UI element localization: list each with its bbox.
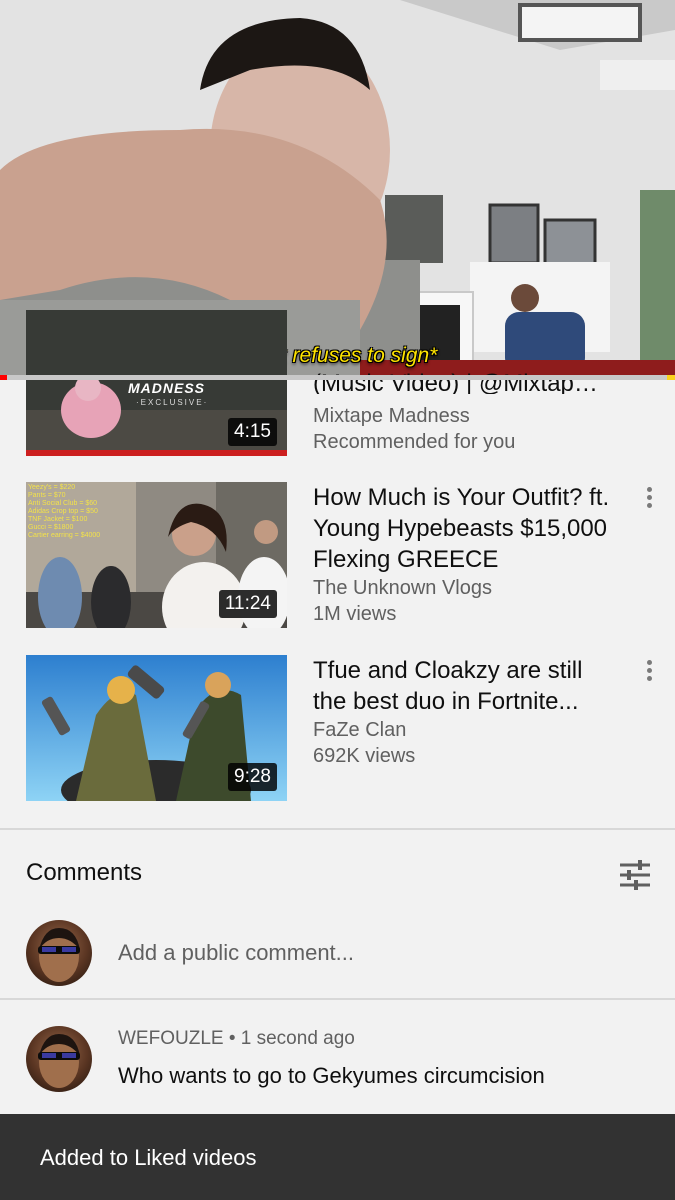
comment-author-avatar[interactable] bbox=[26, 1026, 92, 1092]
video-item[interactable]: Yeezy's = $220 Pants = $70 Anti Social C… bbox=[0, 482, 675, 632]
section-divider bbox=[0, 998, 675, 1000]
video-duration: 11:24 bbox=[218, 590, 277, 618]
progress-fill bbox=[0, 375, 7, 380]
comments-header: Comments bbox=[26, 859, 143, 886]
price-line: Pants = $70 bbox=[28, 492, 66, 499]
add-comment-input[interactable]: Add a public comment... bbox=[118, 940, 354, 966]
comment-author-line: WEFOUZLE • 1 second ago bbox=[118, 1028, 355, 1049]
price-line: Gucci = $1800 bbox=[28, 524, 74, 531]
price-line: Yeezy's = $220 bbox=[28, 484, 76, 491]
video-title[interactable]: How Much is Your Outfit? ft. Young Hypeb… bbox=[313, 482, 613, 575]
more-options-icon[interactable] bbox=[640, 484, 658, 512]
video-title[interactable]: (Music Video) | @Mixtap… bbox=[313, 368, 613, 394]
section-divider bbox=[0, 828, 675, 830]
video-item[interactable]: 9:28 Tfue and Cloakzy are still the best… bbox=[0, 655, 675, 805]
price-line: TNF Jacket = $100 bbox=[28, 516, 88, 523]
video-meta: Recommended for you bbox=[313, 431, 516, 453]
progress-ad-marker bbox=[667, 375, 675, 380]
video-item[interactable]: MADNESS ·EXCLUSIVE· 4:15 (Music Video) |… bbox=[0, 310, 675, 460]
video-thumbnail[interactable]: Yeezy's = $220 Pants = $70 Anti Social C… bbox=[26, 482, 287, 628]
thumbnail-logo-sub: ·EXCLUSIVE· bbox=[136, 398, 209, 407]
video-progress-bar[interactable] bbox=[0, 375, 675, 380]
more-options-icon[interactable] bbox=[640, 657, 658, 685]
video-title[interactable]: Tfue and Cloakzy are still the best duo … bbox=[313, 655, 613, 717]
snackbar-message: Added to Liked videos bbox=[40, 1145, 257, 1170]
video-thumbnail[interactable]: 9:28 bbox=[26, 655, 287, 801]
user-avatar bbox=[26, 920, 92, 986]
thumbnail-logo: MADNESS bbox=[128, 380, 206, 396]
video-thumbnail[interactable]: MADNESS ·EXCLUSIVE· 4:15 bbox=[26, 310, 287, 456]
thumbnail-price-list: Yeezy's = $220 Pants = $70 Anti Social C… bbox=[28, 484, 100, 540]
video-duration: 9:28 bbox=[228, 763, 277, 791]
video-channel: The Unknown Vlogs bbox=[313, 577, 492, 599]
price-line: Anti Social Club = $60 bbox=[28, 500, 98, 507]
video-meta: 1M views bbox=[313, 603, 397, 625]
video-duration: 4:15 bbox=[228, 418, 277, 446]
video-meta: 692K views bbox=[313, 745, 416, 767]
sort-comments-icon[interactable] bbox=[618, 858, 652, 892]
snackbar: Added to Liked videos bbox=[0, 1114, 675, 1200]
price-line: Adidas Crop top = $50 bbox=[28, 508, 98, 515]
video-channel: FaZe Clan bbox=[313, 719, 407, 741]
price-line: Cartier earring = $4000 bbox=[28, 532, 101, 539]
comment-text: Who wants to go to Gekyumes circumcision bbox=[118, 1063, 545, 1088]
progress-buffer bbox=[7, 375, 667, 380]
video-channel: Mixtape Madness bbox=[313, 405, 470, 427]
